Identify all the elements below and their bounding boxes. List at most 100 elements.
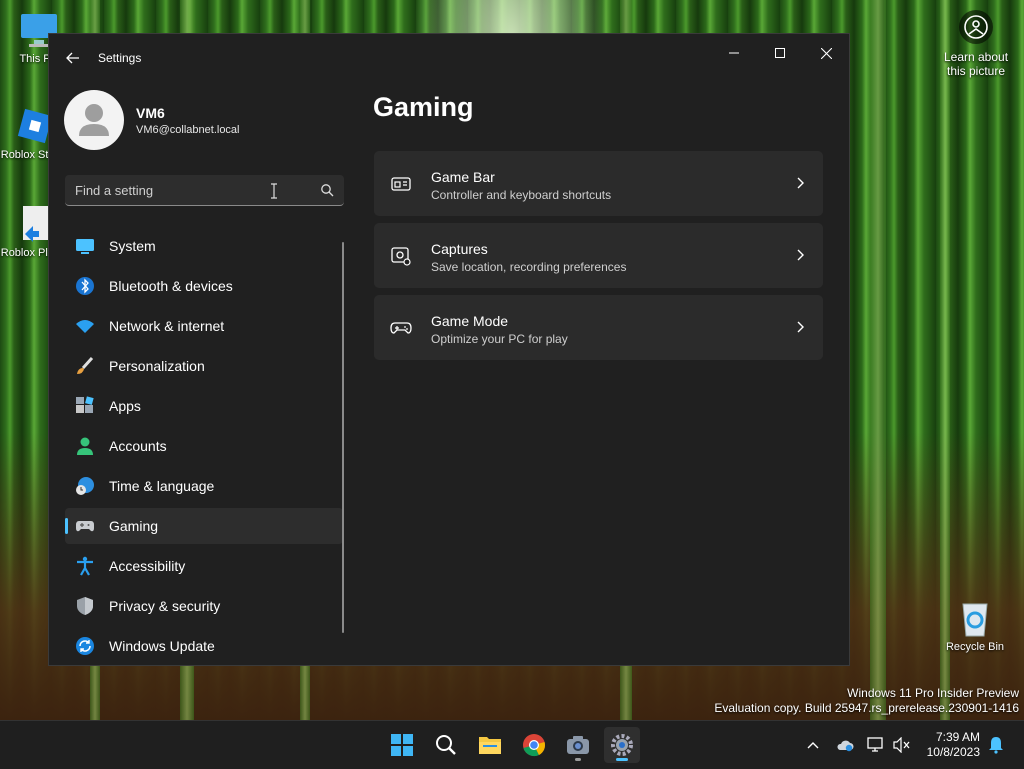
- nav-label: Bluetooth & devices: [109, 278, 233, 294]
- person-icon: [77, 437, 93, 455]
- start-button[interactable]: [384, 727, 420, 763]
- card-subtitle: Optimize your PC for play: [431, 332, 568, 346]
- bluetooth-icon: [76, 277, 94, 295]
- game-bar-icon: [391, 177, 411, 191]
- desktop-icon-recycle-bin[interactable]: Recycle Bin: [940, 598, 1010, 653]
- nav-label: Personalization: [109, 358, 205, 374]
- nav-item-gaming[interactable]: Gaming: [65, 508, 343, 544]
- nav-item-personalization[interactable]: Personalization: [65, 348, 343, 384]
- camera-location-icon: [959, 10, 993, 44]
- file-explorer-button[interactable]: [472, 727, 508, 763]
- recycle-bin-icon: [955, 598, 995, 638]
- running-indicator: [575, 758, 581, 761]
- search-placeholder: Find a setting: [75, 183, 154, 198]
- search-input[interactable]: Find a setting: [65, 175, 344, 206]
- chrome-button[interactable]: [516, 727, 552, 763]
- card-captures[interactable]: Captures Save location, recording prefer…: [374, 223, 823, 288]
- active-indicator: [616, 758, 628, 761]
- card-game-bar[interactable]: Game Bar Controller and keyboard shortcu…: [374, 151, 823, 216]
- update-icon: [76, 637, 94, 655]
- nav-label: Accessibility: [109, 558, 186, 574]
- maximize-button[interactable]: [757, 38, 803, 68]
- nav-item-windows-update[interactable]: Windows Update: [65, 628, 343, 664]
- folder-icon: [479, 737, 501, 754]
- learn-about-picture[interactable]: Learn about this picture: [936, 10, 1016, 78]
- nav-label: Time & language: [109, 478, 215, 494]
- show-hidden-icons-button[interactable]: [803, 735, 823, 755]
- chevron-right-icon: [797, 177, 804, 189]
- os-watermark: Windows 11 Pro Insider Preview Evaluatio…: [714, 686, 1019, 716]
- clock-globe-icon: [76, 477, 94, 495]
- nav-item-apps[interactable]: Apps: [65, 388, 343, 424]
- search-icon: [436, 735, 456, 755]
- nav-label: System: [109, 238, 156, 254]
- camera-app-button[interactable]: [560, 727, 596, 763]
- nav-item-time-language[interactable]: Time & language: [65, 468, 343, 504]
- nav-label: Network & internet: [109, 318, 225, 334]
- nav-item-network[interactable]: Network & internet: [65, 308, 343, 344]
- nav-label: Gaming: [109, 518, 159, 534]
- bell-icon: [989, 737, 1003, 754]
- volume-muted-icon: [893, 737, 910, 753]
- nav-item-privacy[interactable]: Privacy & security: [65, 588, 343, 624]
- network-button[interactable]: [866, 735, 886, 755]
- title-bar[interactable]: Settings: [49, 34, 849, 82]
- camera-icon: [567, 736, 589, 754]
- settings-taskbar-button[interactable]: [604, 727, 640, 763]
- notifications-button[interactable]: [986, 735, 1006, 755]
- apps-icon: [76, 396, 94, 413]
- nav-item-system[interactable]: System: [65, 228, 343, 264]
- back-button[interactable]: [61, 46, 85, 70]
- card-title: Captures: [431, 241, 488, 257]
- chevron-right-icon: [797, 321, 804, 333]
- search-button[interactable]: [428, 727, 464, 763]
- text-cursor-icon: [271, 183, 277, 199]
- settings-window: Settings VM6 VM6@collabnet.local Find a …: [48, 33, 850, 666]
- nav-item-bluetooth[interactable]: Bluetooth & devices: [65, 268, 343, 304]
- watermark-line-1: Windows 11 Pro Insider Preview: [847, 686, 1019, 700]
- wifi-icon: [76, 320, 94, 333]
- close-button[interactable]: [803, 38, 849, 68]
- nav-item-accessibility[interactable]: Accessibility: [65, 548, 343, 584]
- cloud-icon: [837, 740, 854, 752]
- gear-icon: [611, 734, 633, 756]
- card-game-mode[interactable]: Game Mode Optimize your PC for play: [374, 295, 823, 360]
- capture-icon: [391, 247, 411, 266]
- maximize-icon: [775, 48, 785, 58]
- window-title: Settings: [98, 51, 142, 65]
- card-title: Game Bar: [431, 169, 495, 185]
- taskbar-clock[interactable]: 7:39 AM 10/8/2023: [927, 730, 980, 760]
- taskbar: 7:39 AM 10/8/2023: [0, 720, 1024, 769]
- close-icon: [820, 47, 832, 59]
- avatar: [64, 90, 124, 150]
- arrow-left-icon: [66, 52, 79, 64]
- user-profile[interactable]: VM6 VM6@collabnet.local: [64, 90, 344, 152]
- clock-time: 7:39 AM: [935, 730, 980, 744]
- monitor-icon: [76, 239, 94, 254]
- card-subtitle: Controller and keyboard shortcuts: [431, 188, 612, 202]
- nav-label: Apps: [109, 398, 141, 414]
- brush-icon: [77, 356, 94, 374]
- game-mode-icon: [390, 322, 412, 334]
- volume-button[interactable]: [892, 735, 912, 755]
- nav-item-accounts[interactable]: Accounts: [65, 428, 343, 464]
- chevron-right-icon: [797, 249, 804, 261]
- ethernet-icon: [867, 737, 883, 752]
- page-title: Gaming: [373, 92, 474, 122]
- profile-email: VM6@collabnet.local: [136, 124, 240, 136]
- nav-label: Windows Update: [109, 638, 215, 654]
- desktop-icon-label: Recycle Bin: [945, 641, 1005, 653]
- windows-logo-icon: [391, 734, 413, 756]
- accessibility-icon: [77, 556, 93, 576]
- clock-date: 10/8/2023: [926, 745, 980, 759]
- settings-nav: System Bluetooth & devices Network & int…: [65, 228, 343, 665]
- nav-label: Privacy & security: [109, 598, 221, 614]
- minimize-button[interactable]: [711, 38, 757, 68]
- card-title: Game Mode: [431, 313, 509, 329]
- nav-label: Accounts: [109, 438, 167, 454]
- shield-icon: [77, 597, 93, 615]
- search-icon: [321, 184, 334, 197]
- profile-name: VM6: [136, 105, 165, 121]
- onedrive-button[interactable]: [835, 735, 855, 755]
- nav-scrollbar[interactable]: [342, 242, 344, 633]
